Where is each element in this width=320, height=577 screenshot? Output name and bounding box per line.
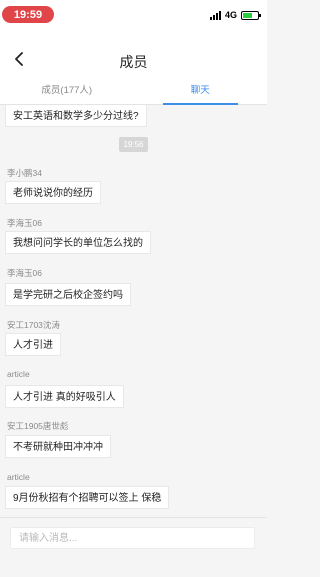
message-bubble: 安工英语和数学多少分过线? bbox=[5, 105, 147, 127]
message-input[interactable] bbox=[10, 527, 255, 549]
message-bubble: 9月份秋招有个招聘可以签上 保稳 bbox=[5, 486, 170, 509]
tab-members[interactable]: 成员(177人) bbox=[0, 77, 134, 104]
message-bubble: 老师说说你的经历 bbox=[5, 181, 101, 204]
message-bubble: 人才引进 bbox=[5, 333, 61, 356]
signal-icon bbox=[209, 10, 221, 20]
message-sender: 李小鹏34 bbox=[7, 168, 42, 178]
message-sender: article bbox=[7, 369, 30, 379]
message-input-bar bbox=[0, 517, 267, 577]
network-type: 4G bbox=[224, 10, 237, 20]
message-sender: 李海玉06 bbox=[7, 268, 42, 278]
chat-list[interactable]: 安工英语和数学多少分过线? 19:56 李小鹏34 老师说说你的经历 李海玉06… bbox=[0, 105, 267, 517]
status-time: 19:59 bbox=[2, 6, 54, 23]
tab-bar: 成员(177人) 聊天 bbox=[0, 77, 267, 105]
tab-chat[interactable]: 聊天 bbox=[134, 77, 268, 105]
message-sender: 李海玉06 bbox=[7, 218, 42, 228]
message-bubble: 不考研就种田冲冲冲 bbox=[5, 435, 111, 458]
battery-icon bbox=[241, 10, 261, 20]
message-sender: 安工1905唐世彪 bbox=[7, 421, 69, 431]
status-indicators: 4G bbox=[209, 9, 261, 21]
page-title: 成员 bbox=[119, 54, 148, 70]
message-sender: 安工1703沈涛 bbox=[7, 320, 60, 330]
nav-header: 成员 bbox=[0, 30, 267, 77]
time-marker: 19:56 bbox=[119, 137, 148, 152]
status-bar: 19:59 4G bbox=[0, 0, 267, 30]
message-bubble: 我想问问学长的单位怎么找的 bbox=[5, 231, 151, 254]
message-sender: article bbox=[7, 472, 30, 482]
message-bubble: 人才引进 真的好吸引人 bbox=[5, 385, 124, 408]
message-bubble: 是学完研之后校企签约吗 bbox=[5, 283, 131, 306]
